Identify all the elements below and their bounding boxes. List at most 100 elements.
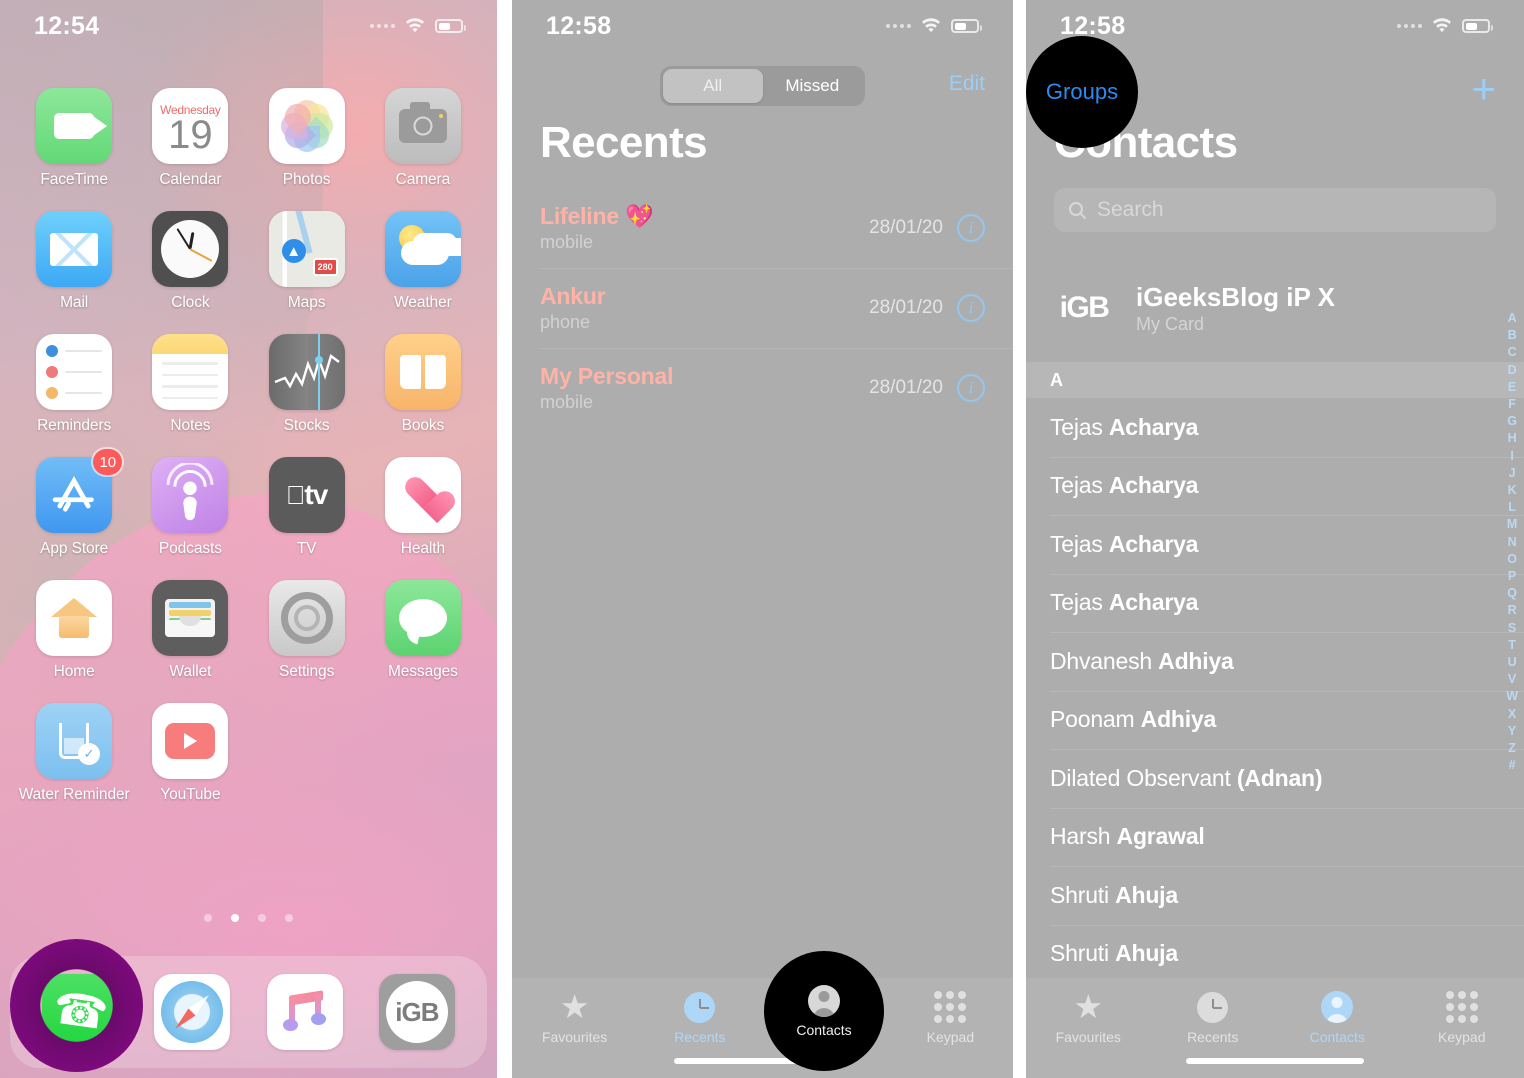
alpha-index-letter[interactable]: V <box>1508 671 1516 688</box>
list-item[interactable]: Tejas Acharya <box>1026 515 1524 574</box>
list-item[interactable]: Tejas Acharya <box>1026 573 1524 633</box>
list-item[interactable]: Dilated Observant (Adnan) <box>1026 749 1524 808</box>
star-icon: ★ <box>1073 988 1104 1025</box>
list-item[interactable]: Dhvanesh Adhiya <box>1026 632 1524 691</box>
call-row[interactable]: Lifeline 💖 mobile 28/01/20 i <box>512 188 1013 268</box>
app-podcasts[interactable]: Podcasts <box>132 457 248 558</box>
alpha-index-letter[interactable]: Z <box>1508 740 1516 757</box>
app-stocks[interactable]: Stocks <box>249 334 365 435</box>
alphabet-index[interactable]: A B C D E F G H I J K L M N O P Q R S T <box>1506 310 1518 774</box>
app-home[interactable]: Home <box>16 580 132 681</box>
app-reminders[interactable]: Reminders <box>16 334 132 435</box>
segment-missed[interactable]: Missed <box>763 69 863 103</box>
groups-button[interactable]: Groups <box>1054 76 1126 102</box>
add-contact-button[interactable]: + <box>1471 68 1496 110</box>
app-camera[interactable]: Camera <box>365 88 481 189</box>
app-notes[interactable]: Notes <box>132 334 248 435</box>
apple-tv-icon: tv <box>268 457 345 533</box>
alpha-index-letter[interactable]: D <box>1508 362 1517 379</box>
clock-icon <box>1197 990 1229 1024</box>
alpha-index-letter[interactable]: S <box>1508 620 1516 637</box>
alpha-index-letter[interactable]: W <box>1506 688 1518 705</box>
alpha-index-letter[interactable]: N <box>1508 534 1517 551</box>
dock-item-music[interactable] <box>266 974 343 1050</box>
stocks-icon <box>268 334 345 410</box>
app-weather[interactable]: Weather <box>365 211 481 312</box>
home-indicator[interactable] <box>1186 1058 1364 1064</box>
edit-button[interactable]: Edit <box>949 72 985 96</box>
list-item[interactable]: Tejas Acharya <box>1026 398 1524 457</box>
list-item[interactable]: Tejas Acharya <box>1026 456 1524 516</box>
alpha-index-letter[interactable]: B <box>1508 327 1517 344</box>
tab-favourites[interactable]: ★ Favourites <box>1026 990 1151 1045</box>
segmented-control[interactable]: All Missed <box>660 66 865 106</box>
tab-contacts[interactable]: Contacts <box>763 990 888 1045</box>
app-water-reminder[interactable]: ✓ Water Reminder <box>16 703 132 804</box>
alpha-index-letter[interactable]: O <box>1507 551 1517 568</box>
app-photos[interactable]: Photos <box>249 88 365 189</box>
dock-item-phone[interactable]: ☎ <box>42 974 119 1050</box>
tab-keypad[interactable]: Keypad <box>1400 990 1524 1045</box>
alpha-index-letter[interactable]: A <box>1508 310 1517 327</box>
alpha-index-letter[interactable]: G <box>1507 413 1517 430</box>
home-indicator[interactable] <box>673 1058 852 1064</box>
alpha-index-letter[interactable]: T <box>1508 637 1516 654</box>
dock-item-safari[interactable] <box>154 974 231 1050</box>
tab-favourites[interactable]: ★ Favourites <box>512 990 637 1045</box>
list-item[interactable]: Shruti Ahuja <box>1026 924 1524 984</box>
call-info-icon[interactable]: i <box>957 294 985 322</box>
app-youtube[interactable]: YouTube <box>132 703 248 804</box>
list-item[interactable]: Harsh Agrawal <box>1026 807 1524 867</box>
alpha-index-letter[interactable]: J <box>1509 465 1516 482</box>
alpha-index-letter[interactable]: Y <box>1508 723 1516 740</box>
app-mail[interactable]: Mail <box>16 211 132 312</box>
alpha-index-letter[interactable]: F <box>1508 396 1516 413</box>
alpha-index-letter[interactable]: P <box>1508 568 1516 585</box>
contact-first-name: Shruti <box>1050 940 1116 967</box>
alpha-index-letter[interactable]: R <box>1508 602 1517 619</box>
app-settings[interactable]: Settings <box>249 580 365 681</box>
app-messages[interactable]: Messages <box>365 580 481 681</box>
app-facetime[interactable]: FaceTime <box>16 88 132 189</box>
tab-recents[interactable]: Recents <box>1151 990 1276 1045</box>
list-item[interactable]: Shruti Ahuja <box>1026 866 1524 925</box>
call-row[interactable]: My Personal mobile 28/01/20 i <box>512 348 1013 428</box>
call-info-icon[interactable]: i <box>957 214 985 242</box>
alpha-index-letter[interactable]: H <box>1508 430 1517 447</box>
alpha-index-letter[interactable]: L <box>1508 499 1516 516</box>
app-tv[interactable]: tv TV <box>249 457 365 558</box>
app-maps[interactable]: ▲ 280 Maps <box>249 211 365 312</box>
alpha-index-letter[interactable]: Q <box>1507 585 1517 602</box>
calendar-date: 19 <box>168 113 213 157</box>
search-input[interactable]: Search <box>1054 188 1496 232</box>
alpha-index-letter[interactable]: K <box>1508 482 1517 499</box>
app-wallet[interactable]: Wallet <box>132 580 248 681</box>
alpha-index-letter[interactable]: # <box>1509 757 1516 774</box>
app-health[interactable]: Health <box>365 457 481 558</box>
segment-all[interactable]: All <box>663 69 763 103</box>
alpha-index-letter[interactable]: M <box>1507 516 1517 533</box>
call-row[interactable]: Ankur phone 28/01/20 i <box>512 268 1013 348</box>
app-books[interactable]: Books <box>365 334 481 435</box>
alpha-index-letter[interactable]: U <box>1508 654 1517 671</box>
photos-icon <box>268 88 345 164</box>
alpha-index-letter[interactable]: I <box>1510 448 1513 465</box>
app-calendar[interactable]: Wednesday 19 Calendar <box>132 88 248 189</box>
alpha-index-letter[interactable]: E <box>1508 379 1516 396</box>
tab-contacts[interactable]: Contacts <box>1275 990 1400 1045</box>
app-app-store[interactable]: 10 App Store <box>16 449 132 558</box>
clock-icon <box>684 990 716 1024</box>
my-card-row[interactable]: iGB iGeeksBlog iP X My Card <box>1026 262 1524 354</box>
list-item[interactable]: Poonam Adhiya <box>1026 690 1524 750</box>
app-clock[interactable]: Clock <box>132 211 248 312</box>
alpha-index-letter[interactable]: C <box>1508 344 1517 361</box>
keypad-icon <box>1445 990 1478 1024</box>
call-info-icon[interactable]: i <box>957 374 985 402</box>
page-dots[interactable] <box>0 914 497 922</box>
tab-recents[interactable]: Recents <box>637 990 762 1045</box>
alpha-index-letter[interactable]: X <box>1508 706 1516 723</box>
music-icon <box>266 974 343 1050</box>
app-label: Water Reminder <box>18 786 130 803</box>
dock-item-igeeksblog[interactable]: iGB <box>378 974 455 1050</box>
tab-keypad[interactable]: Keypad <box>888 990 1013 1045</box>
